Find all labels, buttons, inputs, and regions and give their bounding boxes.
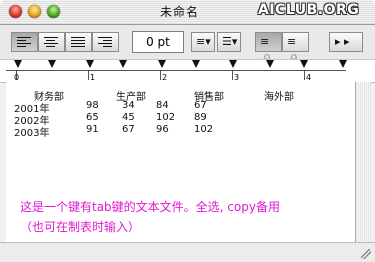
paragraph-spacing-icon: ☰▾ bbox=[222, 35, 238, 48]
vertical-scrollbar[interactable] bbox=[355, 82, 371, 242]
paragraph-spacing-popup[interactable]: ☰▾ bbox=[217, 32, 241, 52]
tab-stop-marker[interactable] bbox=[119, 60, 127, 68]
line-spacing-popup[interactable]: ≡▾ bbox=[191, 32, 215, 52]
column-header: 海外部 bbox=[264, 92, 294, 103]
table-cell: 45 bbox=[122, 112, 135, 123]
justify-icon bbox=[71, 37, 85, 48]
note-line-1: 这是一个键有tab键的文本文件。全选, copy备用 bbox=[20, 200, 280, 214]
tab-stop-marker[interactable] bbox=[300, 60, 308, 68]
align-right-icon bbox=[98, 37, 112, 48]
tab-arrows-icon: ▸ ▸ bbox=[335, 35, 350, 48]
title-bar[interactable]: 未命名 AICLUB.ORG bbox=[0, 0, 375, 25]
table-cell: 102 bbox=[156, 112, 176, 123]
align-left-button[interactable] bbox=[11, 32, 38, 52]
table-cell: 102 bbox=[194, 124, 214, 135]
format-toolbar: 0 pt ≡▾ ☰▾ ≡🔒 ≡🔒 ▸ ▸ bbox=[0, 25, 375, 66]
document-text-area[interactable]: 财务部 生产部 销售部 海外部 2001年 98 34 84 67 2002年 … bbox=[6, 82, 355, 242]
table-cell: 65 bbox=[86, 112, 99, 123]
ruler-label: 3 bbox=[234, 73, 240, 82]
tab-stop-marker[interactable] bbox=[48, 60, 56, 68]
font-size-field[interactable]: 0 pt bbox=[132, 31, 184, 53]
table-cell: 67 bbox=[122, 124, 135, 135]
align-center-icon bbox=[44, 37, 58, 48]
tab-stop-marker[interactable] bbox=[86, 60, 94, 68]
lock-right-button[interactable]: ≡🔒 bbox=[282, 32, 309, 66]
ruler-label: 1 bbox=[90, 73, 96, 82]
bottom-bar bbox=[0, 242, 375, 262]
ruler-label: 0 bbox=[14, 73, 20, 82]
tab-stop-button[interactable]: ▸ ▸ bbox=[329, 32, 363, 52]
tab-stop-marker[interactable] bbox=[192, 60, 200, 68]
table-cell: 67 bbox=[194, 100, 207, 111]
note-line-2: （也可在制表时输入） bbox=[20, 220, 141, 234]
justify-button[interactable] bbox=[65, 32, 92, 52]
window-title: 未命名 bbox=[160, 5, 200, 19]
right-margin-marker[interactable] bbox=[339, 60, 347, 68]
watermark: AICLUB.ORG bbox=[258, 2, 360, 18]
table-cell: 89 bbox=[194, 112, 207, 123]
resize-grip-icon[interactable] bbox=[361, 249, 371, 259]
lock-left-button[interactable]: ≡🔒 bbox=[255, 32, 282, 66]
table-cell: 34 bbox=[122, 100, 135, 111]
row-year: 2003年 bbox=[14, 128, 50, 139]
align-left-icon bbox=[17, 37, 31, 48]
tab-stop-marker[interactable] bbox=[229, 60, 237, 68]
text-editor-window: 未命名 AICLUB.ORG 0 pt ≡▾ ☰▾ ≡🔒 ≡🔒 bbox=[0, 0, 375, 262]
minimize-icon[interactable] bbox=[28, 5, 41, 18]
table-cell: 84 bbox=[156, 100, 169, 111]
tab-stop-marker[interactable] bbox=[14, 60, 22, 68]
zoom-icon[interactable] bbox=[47, 5, 60, 18]
ruler-label: 4 bbox=[306, 73, 312, 82]
tab-stop-marker[interactable] bbox=[266, 60, 274, 68]
ruler-label: 2 bbox=[162, 73, 168, 82]
table-cell: 96 bbox=[156, 124, 169, 135]
align-right-button[interactable] bbox=[92, 32, 119, 52]
ruler[interactable]: 0 1 2 3 4 bbox=[0, 59, 375, 83]
align-center-button[interactable] bbox=[38, 32, 65, 52]
table-cell: 98 bbox=[86, 100, 99, 111]
line-spacing-icon: ≡▾ bbox=[196, 35, 211, 48]
tab-stop-marker[interactable] bbox=[158, 60, 166, 68]
close-icon[interactable] bbox=[9, 5, 22, 18]
table-cell: 91 bbox=[86, 124, 99, 135]
